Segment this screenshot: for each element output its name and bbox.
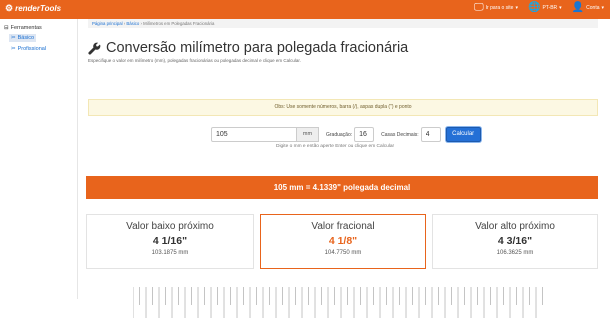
breadcrumb-home[interactable]: Página principal [92, 21, 123, 26]
tools-icon: ✂ [11, 46, 16, 52]
logo-text: renderTools [15, 4, 62, 13]
calculate-button[interactable]: Calcular [445, 127, 481, 142]
ruler-illustration [133, 287, 543, 318]
breadcrumb-basic[interactable]: Básico [126, 21, 139, 26]
sidebar-item-basico[interactable]: ✂ Básico [9, 34, 37, 42]
language-label: PT-BR [542, 5, 558, 11]
language-menu[interactable]: 🌐 PT-BR ▾ [528, 3, 562, 13]
main-content: Página principal › Básico › Milímetros e… [78, 19, 610, 318]
page-subtitle: Especifique o valor em milímetro (mm), p… [88, 58, 301, 63]
graduation-label: Graduação: [326, 131, 353, 138]
sidebar-root[interactable]: ⊟ Ferramentas [4, 25, 73, 31]
monitor-icon: 🖵 [474, 2, 484, 13]
card-mm: 103.1875 mm [151, 250, 189, 256]
top-bar: ⚙ renderTools 🖵 Ir para o site ▾ 🌐 PT-BR… [0, 0, 610, 19]
card-value: 4 3/16" [497, 235, 533, 247]
chevron-down-icon: ▾ [515, 5, 518, 11]
higher-value-card: Valor alto próximo 4 3/16" 106.3625 mm [432, 214, 598, 269]
graduation-input[interactable] [354, 127, 375, 142]
input-hint: Digite o mm e então aperte Enter ou cliq… [276, 144, 395, 149]
card-value: 4 1/16" [152, 235, 188, 247]
logo[interactable]: ⚙ renderTools [5, 3, 61, 14]
breadcrumb: Página principal › Básico › Milímetros e… [88, 19, 598, 28]
alert-note: Obs: Use somente números, barra (/), asp… [88, 99, 598, 116]
breadcrumb-current: Milímetros em Polegadas Fracionária [143, 21, 215, 26]
sidebar: ⊟ Ferramentas ✂ Básico ✂ Profissional [0, 19, 78, 299]
globe-icon: 🌐 [527, 2, 541, 13]
calculator-form: mm Graduação: Casas Decimais: Calcular [211, 127, 481, 142]
wrench-icon [88, 42, 101, 55]
card-title: Valor baixo próximo [126, 221, 214, 232]
gear-icon: ⚙ [5, 3, 14, 13]
chevron-down-icon: ▾ [559, 5, 562, 11]
result-banner: 105 mm = 4.1339" polegada decimal [86, 176, 598, 199]
breadcrumb-separator: › [140, 21, 142, 26]
fractional-value-card: Valor fracional 4 1/8" 104.7750 mm [260, 214, 426, 269]
tools-icon: ✂ [11, 35, 16, 41]
card-mm: 104.7750 mm [324, 250, 362, 256]
page-title: Conversão milímetro para polegada fracio… [88, 40, 408, 56]
mm-input[interactable] [211, 127, 297, 142]
unit-addon: mm [297, 127, 319, 142]
sidebar-item-label: Básico [17, 35, 35, 41]
minus-icon: ⊟ [4, 25, 9, 31]
go-to-site-link[interactable]: 🖵 Ir para o site ▾ [474, 3, 518, 13]
decimals-input[interactable] [420, 127, 441, 142]
user-icon: 👤 [571, 2, 585, 13]
go-to-site-label: Ir para o site [485, 5, 514, 11]
account-menu[interactable]: 👤 Conta ▾ [572, 3, 604, 13]
card-title: Valor alto próximo [475, 221, 555, 232]
sidebar-item-label: Profissional [17, 46, 47, 52]
chevron-down-icon: ▾ [601, 5, 604, 11]
sidebar-item-profissional[interactable]: ✂ Profissional [9, 45, 48, 53]
decimals-label: Casas Decimais: [381, 131, 419, 138]
lower-value-card: Valor baixo próximo 4 1/16" 103.1875 mm [86, 214, 254, 269]
page-title-text: Conversão milímetro para polegada fracio… [106, 40, 409, 56]
breadcrumb-separator: › [123, 21, 126, 26]
card-mm: 106.3625 mm [496, 250, 534, 256]
card-value: 4 1/8" [328, 235, 358, 247]
top-nav: 🖵 Ir para o site ▾ 🌐 PT-BR ▾ 👤 Conta ▾ [474, 3, 604, 13]
sidebar-root-label: Ferramentas [10, 25, 42, 31]
account-label: Conta [586, 5, 600, 11]
card-title: Valor fracional [311, 221, 375, 232]
